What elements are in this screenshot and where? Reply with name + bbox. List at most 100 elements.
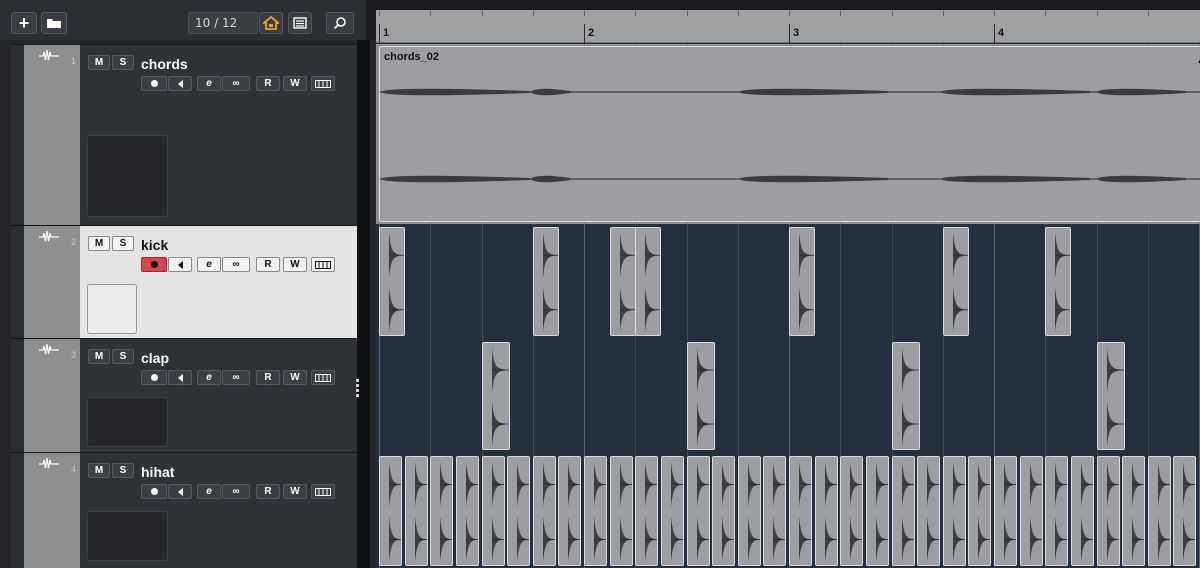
edit-button[interactable]: e	[197, 370, 221, 385]
audio-clip-hihat[interactable]	[584, 456, 607, 566]
audio-clip-clap[interactable]	[891, 342, 920, 450]
solo-button[interactable]: S	[112, 463, 134, 478]
record-arm-button[interactable]	[141, 257, 167, 272]
edit-button[interactable]: e	[197, 257, 221, 272]
solo-button[interactable]: S	[112, 349, 134, 364]
audio-clip-clap[interactable]	[686, 342, 715, 450]
track-color-bar[interactable]: 1	[24, 45, 80, 225]
divider-grip[interactable]	[356, 394, 359, 397]
write-automation-button[interactable]: W	[283, 76, 307, 91]
track-color-bar[interactable]: 2	[24, 226, 80, 338]
solo-button[interactable]: S	[112, 236, 134, 251]
arrange-view[interactable]: 1 2 3 4 chords_02	[376, 10, 1200, 568]
monitor-button[interactable]	[168, 76, 192, 91]
write-automation-button[interactable]: W	[283, 370, 307, 385]
track-lane-hihat[interactable]	[376, 453, 1200, 568]
audio-clip-kick[interactable]	[532, 227, 559, 336]
audio-clip-hihat[interactable]	[1070, 456, 1094, 566]
audio-clip-hihat[interactable]	[968, 456, 992, 566]
mute-button[interactable]: M	[88, 463, 110, 478]
divider-grip[interactable]	[356, 379, 359, 382]
home-button[interactable]	[259, 12, 283, 34]
audio-clip-hihat[interactable]	[660, 456, 684, 566]
audio-clip-hihat[interactable]	[1019, 456, 1043, 566]
track-inserts-button[interactable]	[311, 484, 335, 499]
audio-clip-kick[interactable]	[635, 227, 662, 336]
read-automation-button[interactable]: R	[256, 76, 280, 91]
solo-button[interactable]: S	[112, 55, 134, 70]
read-automation-button[interactable]: R	[256, 370, 280, 385]
track-inserts-button[interactable]	[311, 370, 335, 385]
audio-clip-hihat[interactable]	[609, 456, 633, 566]
record-arm-button[interactable]	[141, 484, 167, 499]
mute-button[interactable]: M	[88, 349, 110, 364]
track-lane-kick[interactable]	[376, 224, 1200, 339]
audio-clip-hihat[interactable]	[917, 456, 941, 566]
audio-clip-kick[interactable]	[609, 227, 636, 336]
audio-clip-hihat[interactable]	[404, 456, 428, 566]
add-folder-button[interactable]	[41, 12, 67, 34]
link-button[interactable]: ∞	[222, 257, 250, 272]
audio-clip-hihat[interactable]	[1045, 456, 1069, 566]
track-header-kick[interactable]: 2 M S kick e ∞ R W	[11, 225, 357, 338]
audio-clip-chords[interactable]: chords_02	[379, 46, 1200, 222]
search-button[interactable]	[326, 12, 354, 34]
audio-clip-kick[interactable]	[379, 227, 405, 336]
track-lane-chords[interactable]: chords_02	[376, 44, 1200, 224]
divider-grip[interactable]	[356, 384, 359, 387]
audio-clip-hihat[interactable]	[507, 456, 531, 566]
audio-clip-hihat[interactable]	[712, 456, 736, 566]
list-view-button[interactable]	[288, 12, 312, 34]
track-inserts-button[interactable]	[311, 257, 335, 272]
edit-button[interactable]: e	[197, 484, 221, 499]
read-automation-button[interactable]: R	[256, 484, 280, 499]
link-button[interactable]: ∞	[222, 76, 250, 91]
write-automation-button[interactable]: W	[283, 484, 307, 499]
track-name[interactable]: chords	[141, 56, 188, 72]
audio-clip-hihat[interactable]	[1122, 456, 1146, 566]
link-button[interactable]: ∞	[222, 370, 250, 385]
monitor-button[interactable]	[168, 370, 192, 385]
track-inserts-button[interactable]	[311, 76, 335, 91]
track-header-chords[interactable]: 1 M S chords e ∞ R W	[11, 44, 357, 225]
track-header-clap[interactable]: 3 M S clap e ∞ R W	[11, 338, 357, 452]
audio-clip-kick[interactable]	[1045, 227, 1072, 336]
track-header-hihat[interactable]: 4 M S hihat e ∞ R W	[11, 452, 357, 568]
audio-clip-hihat[interactable]	[737, 456, 761, 566]
audio-clip-hihat[interactable]	[1173, 456, 1197, 566]
audio-clip-clap[interactable]	[1096, 342, 1125, 450]
track-name[interactable]: hihat	[141, 464, 174, 480]
divider-grip[interactable]	[356, 389, 359, 392]
mute-button[interactable]: M	[88, 236, 110, 251]
audio-clip-clap[interactable]	[481, 342, 510, 450]
link-button[interactable]: ∞	[222, 484, 250, 499]
audio-clip-hihat[interactable]	[635, 456, 659, 566]
edit-button[interactable]: e	[197, 76, 221, 91]
audio-clip-hihat[interactable]	[686, 456, 710, 566]
record-arm-button[interactable]	[141, 370, 167, 385]
audio-clip-hihat[interactable]	[1096, 456, 1120, 566]
track-color-bar[interactable]: 3	[24, 339, 80, 452]
monitor-button[interactable]	[168, 257, 192, 272]
add-track-button[interactable]: +	[11, 12, 37, 34]
track-name[interactable]: clap	[141, 350, 169, 366]
audio-clip-hihat[interactable]	[558, 456, 582, 566]
audio-clip-hihat[interactable]	[840, 456, 864, 566]
audio-clip-kick[interactable]	[789, 227, 815, 336]
track-name[interactable]: kick	[141, 237, 168, 253]
audio-clip-hihat[interactable]	[763, 456, 787, 566]
track-list-scrollbar[interactable]	[357, 40, 370, 568]
audio-clip-hihat[interactable]	[789, 456, 812, 566]
audio-clip-hihat[interactable]	[455, 456, 479, 566]
track-lane-clap[interactable]	[376, 339, 1200, 453]
audio-clip-hihat[interactable]	[891, 456, 915, 566]
audio-clip-hihat[interactable]	[481, 456, 505, 566]
track-color-bar[interactable]: 4	[24, 453, 80, 568]
audio-clip-hihat[interactable]	[814, 456, 838, 566]
write-automation-button[interactable]: W	[283, 257, 307, 272]
audio-clip-hihat[interactable]	[430, 456, 454, 566]
audio-clip-kick[interactable]	[942, 227, 969, 336]
audio-clip-hihat[interactable]	[1147, 456, 1171, 566]
monitor-button[interactable]	[168, 484, 192, 499]
audio-clip-hihat[interactable]	[865, 456, 889, 566]
